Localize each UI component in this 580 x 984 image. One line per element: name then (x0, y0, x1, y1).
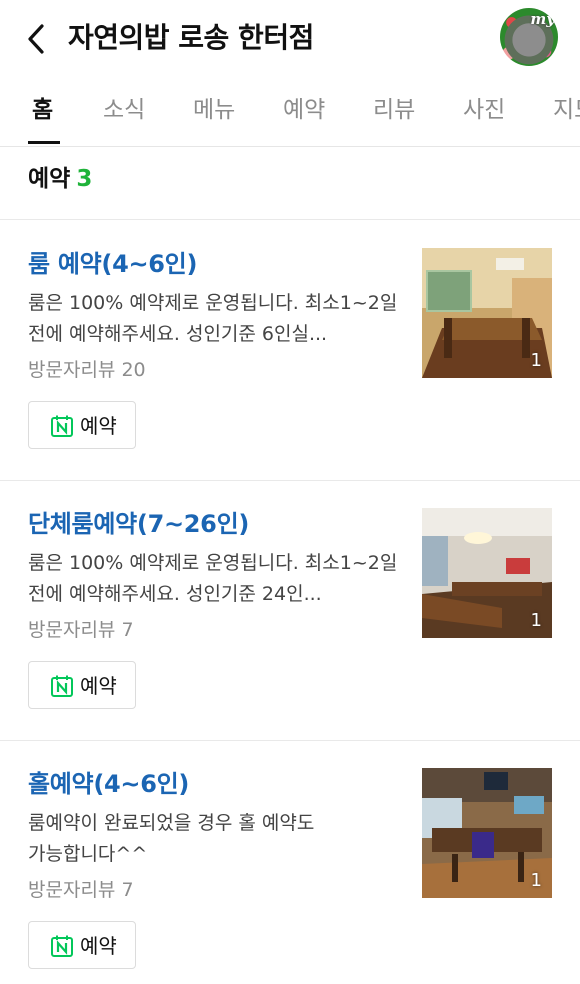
section-count: 3 (76, 166, 93, 192)
reserve-button[interactable]: 예약 (28, 921, 136, 969)
naver-booking-icon (51, 935, 73, 957)
photo-count: 1 (530, 870, 542, 891)
item-review-count: 방문자리뷰 7 (28, 879, 134, 901)
active-tab-indicator (28, 141, 60, 144)
item-name[interactable]: 룸 예약(4~6인) (28, 246, 197, 282)
photo-count: 1 (530, 350, 542, 371)
reserve-button[interactable]: 예약 (28, 661, 136, 709)
tab-map[interactable]: 지도 (553, 92, 580, 128)
item-description: 룸예약이 완료되었을 경우 홀 예약도 가능합니다^^ (28, 812, 315, 865)
item-name[interactable]: 홀예약(4~6인) (28, 766, 189, 802)
tab-bar: 홈 소식 메뉴 예약 리뷰 사진 지도 (0, 82, 580, 147)
item-photo[interactable]: 1 (422, 508, 552, 638)
divider (0, 740, 580, 741)
naver-booking-icon (51, 675, 73, 697)
app-header: 자연의밥 로송 한터점 my (0, 0, 580, 80)
tab-review[interactable]: 리뷰 (373, 92, 415, 128)
divider (0, 219, 580, 220)
photo-count: 1 (530, 610, 542, 631)
page-title: 자연의밥 로송 한터점 (68, 21, 314, 54)
item-photo[interactable]: 1 (422, 768, 552, 898)
tab-photo[interactable]: 사진 (463, 92, 505, 128)
section-title-label: 예약 (28, 166, 71, 192)
item-name[interactable]: 단체룸예약(7~26인) (28, 506, 249, 542)
reserve-button-label: 예약 (80, 414, 117, 438)
tab-menu[interactable]: 메뉴 (193, 92, 235, 128)
avatar-my-label: my (530, 10, 555, 28)
tab-reservation[interactable]: 예약 (283, 92, 325, 128)
tab-home[interactable]: 홈 (32, 92, 53, 128)
naver-booking-icon (51, 415, 73, 437)
back-arrow-icon[interactable] (22, 22, 52, 56)
section-title: 예약 3 (28, 162, 92, 196)
avatar[interactable]: my (500, 8, 558, 66)
reserve-button-label: 예약 (80, 674, 117, 698)
divider (0, 480, 580, 481)
item-description: 룸은 100% 예약제로 운영됩니다. 최소1~2일 전에 예약해주세요. 성인… (28, 292, 398, 345)
tab-news[interactable]: 소식 (103, 92, 145, 128)
item-photo[interactable]: 1 (422, 248, 552, 378)
item-review-count: 방문자리뷰 20 (28, 359, 146, 381)
reserve-button-label: 예약 (80, 934, 117, 958)
reserve-button[interactable]: 예약 (28, 401, 136, 449)
item-review-count: 방문자리뷰 7 (28, 619, 134, 641)
item-description: 룸은 100% 예약제로 운영됩니다. 최소1~2일 전에 예약해주세요. 성인… (28, 552, 398, 605)
